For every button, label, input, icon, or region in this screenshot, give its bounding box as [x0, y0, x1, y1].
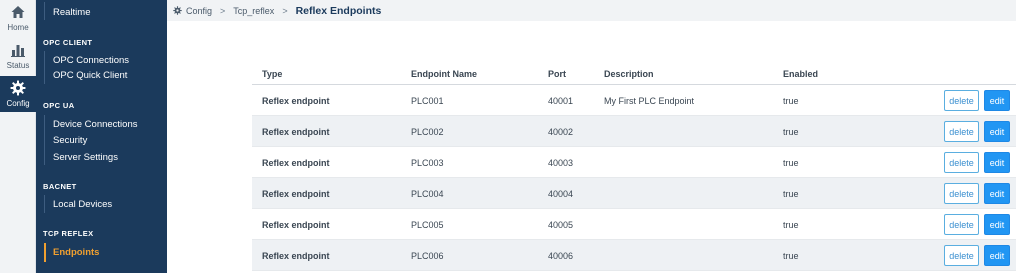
breadcrumb: Config > Tcp_reflex > Reflex Endpoints [167, 0, 1016, 21]
nav-group-line [44, 51, 45, 84]
cell-enabled: true [783, 220, 799, 230]
sidebar-item-opc-connections[interactable]: OPC Connections [53, 55, 129, 66]
bar-chart-icon [11, 45, 25, 57]
cell-type: Reflex endpoint [262, 251, 330, 261]
sidebar-heading-opc-ua: OPC UA [43, 101, 75, 110]
sidebar-item-server-settings[interactable]: Server Settings [53, 152, 118, 163]
rail-item-label: Config [6, 99, 30, 108]
edit-button[interactable]: edit [984, 183, 1010, 204]
edit-button[interactable]: edit [984, 245, 1010, 266]
delete-button[interactable]: delete [944, 121, 979, 142]
delete-button[interactable]: delete [944, 245, 979, 266]
column-header-enabled: Enabled [783, 69, 819, 79]
sidebar-item-opc-quick-client[interactable]: OPC Quick Client [53, 70, 127, 81]
column-header-description: Description [604, 69, 654, 79]
table-row: Reflex endpoint PLC005 40005 true delete… [252, 209, 1016, 240]
delete-button[interactable]: delete [944, 152, 979, 173]
delete-button[interactable]: delete [944, 214, 979, 235]
icon-rail: Home Status Config [0, 0, 36, 273]
cell-endpoint-name: PLC003 [411, 158, 444, 168]
cell-port: 40004 [548, 189, 574, 199]
column-header-type: Type [262, 69, 283, 79]
nav-group-line [44, 2, 45, 20]
rail-item-config[interactable]: Config [0, 76, 36, 112]
page-title: Reflex Endpoints [295, 4, 382, 17]
sidebar-heading-opc-client: OPC CLIENT [43, 38, 93, 47]
table-row: Reflex endpoint PLC003 40003 true delete… [252, 147, 1016, 178]
sidebar-item-security[interactable]: Security [53, 135, 87, 146]
delete-button[interactable]: delete [944, 183, 979, 204]
cell-port: 40005 [548, 220, 574, 230]
cell-type: Reflex endpoint [262, 220, 330, 230]
sidebar-item-local-devices[interactable]: Local Devices [53, 199, 112, 210]
table-row: Reflex endpoint PLC004 40004 true delete… [252, 178, 1016, 209]
cell-endpoint-name: PLC006 [411, 251, 444, 261]
table-row: Reflex endpoint PLC002 40002 true delete… [252, 116, 1016, 147]
cell-port: 40003 [548, 158, 574, 168]
home-icon [11, 6, 25, 18]
gear-icon [173, 6, 182, 15]
cell-enabled: true [783, 189, 799, 199]
delete-button[interactable]: delete [944, 90, 979, 111]
rail-item-label: Status [6, 61, 30, 70]
cell-port: 40001 [548, 96, 574, 106]
sidebar-item-endpoints[interactable]: Endpoints [53, 247, 99, 258]
endpoints-table: Type Endpoint Name Port Description Enab… [252, 64, 1016, 271]
app-root: Home Status Config Realtime OPC CLIENT O… [0, 0, 1024, 273]
active-nav-indicator [44, 243, 46, 262]
cell-port: 40006 [548, 251, 574, 261]
cell-type: Reflex endpoint [262, 189, 330, 199]
rail-item-label: Home [7, 23, 29, 32]
breadcrumb-config[interactable]: Config [186, 6, 212, 16]
edit-button[interactable]: edit [984, 214, 1010, 235]
cell-port: 40002 [548, 127, 574, 137]
cell-endpoint-name: PLC002 [411, 127, 444, 137]
breadcrumb-tcp-reflex[interactable]: Tcp_reflex [233, 6, 274, 16]
cell-type: Reflex endpoint [262, 127, 330, 137]
sidebar-heading-tcp-reflex: TCP REFLEX [43, 229, 94, 238]
nav-group-line [44, 195, 45, 213]
cell-description: My First PLC Endpoint [604, 96, 695, 106]
nav-group-line [44, 115, 45, 165]
gear-icon [10, 80, 26, 96]
cell-endpoint-name: PLC005 [411, 220, 444, 230]
sidebar-item-device-connections[interactable]: Device Connections [53, 119, 138, 130]
cell-type: Reflex endpoint [262, 96, 330, 106]
breadcrumb-separator: > [282, 5, 288, 16]
cell-enabled: true [783, 127, 799, 137]
rail-item-home[interactable]: Home [0, 0, 36, 36]
sidebar-item-realtime[interactable]: Realtime [53, 7, 91, 18]
cell-enabled: true [783, 251, 799, 261]
cell-type: Reflex endpoint [262, 158, 330, 168]
nav-sidebar: Realtime OPC CLIENT OPC Connections OPC … [36, 0, 167, 273]
cell-endpoint-name: PLC004 [411, 189, 444, 199]
breadcrumb-separator: > [220, 5, 226, 16]
table-header: Type Endpoint Name Port Description Enab… [252, 64, 1016, 85]
rail-item-status[interactable]: Status [0, 38, 36, 74]
edit-button[interactable]: edit [984, 90, 1010, 111]
edit-button[interactable]: edit [984, 152, 1010, 173]
column-header-port: Port [548, 69, 566, 79]
cell-endpoint-name: PLC001 [411, 96, 444, 106]
table-row: Reflex endpoint PLC001 40001 My First PL… [252, 85, 1016, 116]
edit-button[interactable]: edit [984, 121, 1010, 142]
column-header-endpoint-name: Endpoint Name [411, 69, 478, 79]
cell-enabled: true [783, 96, 799, 106]
sidebar-heading-bacnet: BACNET [43, 182, 77, 191]
cell-enabled: true [783, 158, 799, 168]
table-row: Reflex endpoint PLC006 40006 true delete… [252, 240, 1016, 271]
